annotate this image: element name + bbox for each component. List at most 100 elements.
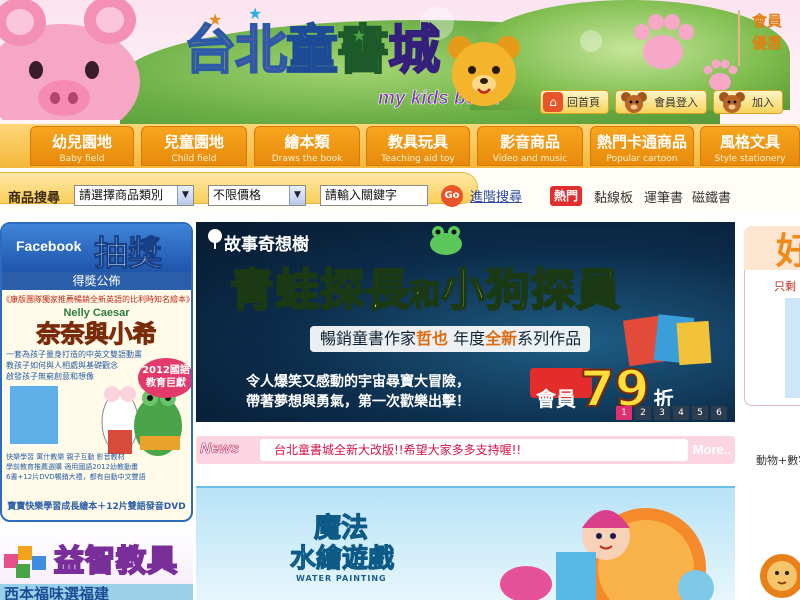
member-offer-line: 優惠	[752, 34, 783, 52]
tab-video-music[interactable]: 影音商品 Video and music	[477, 126, 583, 166]
home-link[interactable]: ⌂ 回首頁	[540, 90, 609, 114]
site-logo[interactable]: 台北童書城	[183, 14, 454, 88]
banner-author-line: 暢銷童書作家哲也 年度全新系列作品	[310, 326, 590, 352]
tab-sublabel: Draws the book	[271, 154, 343, 164]
tab-sublabel: Teaching aid toy	[381, 154, 455, 164]
tab-picture-books[interactable]: 繪本類 Draws the book	[254, 126, 360, 166]
magic-english: WATER PAINTING	[296, 574, 387, 583]
member-offer-line: 會員	[752, 12, 783, 30]
tab-sublabel: Style stationery	[714, 154, 786, 164]
author-text: 暢銷童書作家	[320, 329, 417, 348]
facebook-lottery-header: Facebook 抽獎	[2, 224, 191, 275]
page: 台北童書城 ★ ★ ★ my kids book 會員 優惠 ⌂ 回首頁 會員登…	[0, 0, 800, 600]
author-new: 全新	[485, 329, 518, 348]
tab-label: 影音商品	[499, 133, 560, 151]
hot-word-link[interactable]: 磁鐵書	[692, 187, 731, 206]
pig-illustration	[0, 0, 140, 120]
banner-desc-line: 令人爆笑又感動的宇宙尋寶大冒險，	[246, 374, 470, 390]
header: 台北童書城 ★ ★ ★ my kids book 會員 優惠 ⌂ 回首頁 會員登…	[0, 0, 800, 124]
banner-description: 令人爆笑又感動的宇宙尋寶大冒險， 帶著夢想與勇氣，第一次歡樂出擊！	[246, 372, 470, 412]
edu-strip-text: 西本福味選福建	[4, 585, 110, 600]
paw-icon	[703, 59, 738, 91]
right-promo-remaining: 只剩	[774, 280, 796, 293]
magic-subtitle: 水繪遊戲	[289, 544, 395, 575]
home-link-label: 回首頁	[567, 96, 600, 109]
edu-strip: 西本福味選福建	[0, 584, 193, 600]
category-nav: 幼兒園地 Baby field 兒童園地 Child field 繪本類 Dra…	[0, 124, 800, 168]
tab-teaching-toys[interactable]: 教具玩具 Teaching aid toy	[366, 126, 470, 166]
princess-carriage-illustration	[500, 508, 714, 600]
price-select[interactable]: 不限價格 ▼	[208, 185, 306, 206]
lottery-label: 抽獎	[94, 234, 163, 275]
book-cover-image	[8, 384, 60, 446]
tab-style-stationery[interactable]: 風格文具 Style stationery	[700, 126, 800, 166]
tab-label: 風格文具	[719, 133, 780, 151]
tab-child-field[interactable]: 兒童園地 Child field	[141, 126, 247, 166]
pager-button[interactable]: 1	[616, 406, 632, 420]
logo-char: 台	[183, 20, 237, 82]
author-name: 哲也	[416, 329, 449, 348]
banner-title-part: 和	[409, 277, 441, 314]
author-text: 年度	[453, 329, 486, 348]
tab-label: 幼兒園地	[51, 133, 112, 151]
star-icon: ★	[352, 26, 367, 45]
tab-label: 兒童園地	[163, 133, 224, 151]
water-painting-banner[interactable]: 魔法 水繪遊戲 WATER PAINTING	[196, 486, 735, 600]
news-item-link[interactable]: 台北童書城全新大改版!!希望大家多多支持喔!!	[260, 439, 688, 461]
home-icon: ⌂	[543, 92, 563, 112]
hot-word-link[interactable]: 黏線板	[594, 187, 633, 206]
logo-char: 城	[387, 20, 441, 82]
right-animal-link[interactable]: 動物+數字	[756, 452, 800, 468]
frog-icon	[430, 226, 462, 255]
news-more-link[interactable]: More..	[693, 442, 731, 457]
join-link[interactable]: 加入	[713, 90, 783, 114]
edu-badge: 2012國語 教育巨獻	[138, 358, 191, 398]
small-print: 快樂學習 寓什教樂 親子互動 影音教材 學前教育推薦選購 適用國語2012幼教動…	[6, 452, 146, 482]
facebook-lottery-banner[interactable]: Facebook 抽獎 得獎公佈 《康版團隊獨家推薦暢銷全新英語的比利時知名繪本…	[0, 222, 193, 522]
price-select-value: 不限價格	[213, 188, 262, 202]
banner-title: 青蛙探長和小狗探員	[229, 254, 621, 318]
hot-badge: 熱門	[550, 186, 582, 206]
right-promo-title: 好	[776, 231, 800, 272]
search-go-button[interactable]: Go	[441, 185, 463, 207]
category-select[interactable]: 請選擇商品類別 ▼	[74, 185, 194, 206]
bear-face-icon	[621, 92, 647, 113]
facebook-label: Facebook	[16, 238, 82, 254]
star-icon: ★	[208, 10, 223, 29]
keyword-input[interactable]: 請輸入關鍵字	[320, 185, 428, 206]
hot-word-link[interactable]: 運筆書	[644, 187, 683, 206]
top-links: ⌂ 回首頁 會員登入 加入	[540, 90, 783, 114]
tree-icon	[208, 229, 222, 249]
tab-label: 教具玩具	[387, 133, 448, 151]
author-text: 系列作品	[517, 329, 582, 348]
pager-button[interactable]: 5	[692, 406, 708, 420]
tab-baby-field[interactable]: 幼兒園地 Baby field	[30, 126, 134, 166]
pager-button[interactable]: 6	[711, 406, 727, 420]
price-label: 會員	[536, 387, 576, 411]
banner-title-part: 青蛙探長	[229, 264, 410, 317]
advanced-search-link[interactable]: 進階搜尋	[470, 186, 522, 205]
pager-button[interactable]: 4	[673, 406, 689, 420]
tab-popular-cartoon[interactable]: 熱門卡通商品 Popular cartoon	[590, 126, 694, 166]
right-promo-thumbnail	[785, 298, 800, 398]
product-name: 奈奈與小希	[36, 320, 157, 349]
chevron-down-icon: ▼	[177, 186, 193, 205]
member-offer-link[interactable]: 會員 優惠	[738, 10, 800, 66]
small-print-line: 快樂學習 寓什教樂 親子互動 影音教材	[6, 453, 125, 461]
tab-sublabel: Child field	[171, 154, 217, 164]
nelly-caesar-logo: Nelly Caesar	[63, 307, 130, 319]
tab-sublabel: Baby field	[59, 154, 105, 164]
chevron-down-icon: ▼	[289, 186, 305, 205]
member-login-link[interactable]: 會員登入	[615, 90, 707, 114]
tab-sublabel: Popular cartoon	[606, 154, 678, 164]
blocks-icon	[4, 546, 46, 578]
search-label: 商品搜尋	[8, 191, 61, 206]
pager-button[interactable]: 2	[635, 406, 651, 420]
lion-illustration	[760, 554, 800, 598]
tab-label: 熱門卡通商品	[596, 133, 687, 151]
paw-icon	[634, 14, 694, 69]
promo-line: 《康版團隊獨家推薦暢銷全新英語的比利時知名繪本》	[2, 295, 193, 304]
pager-button[interactable]: 3	[654, 406, 670, 420]
banner-brand: 故事奇想樹	[224, 235, 309, 255]
frog-detective-banner[interactable]: 故事奇想樹 青蛙探長和小狗探員 暢銷童書作家哲也 年度全新系列作品 令人爆笑又感…	[196, 222, 735, 422]
